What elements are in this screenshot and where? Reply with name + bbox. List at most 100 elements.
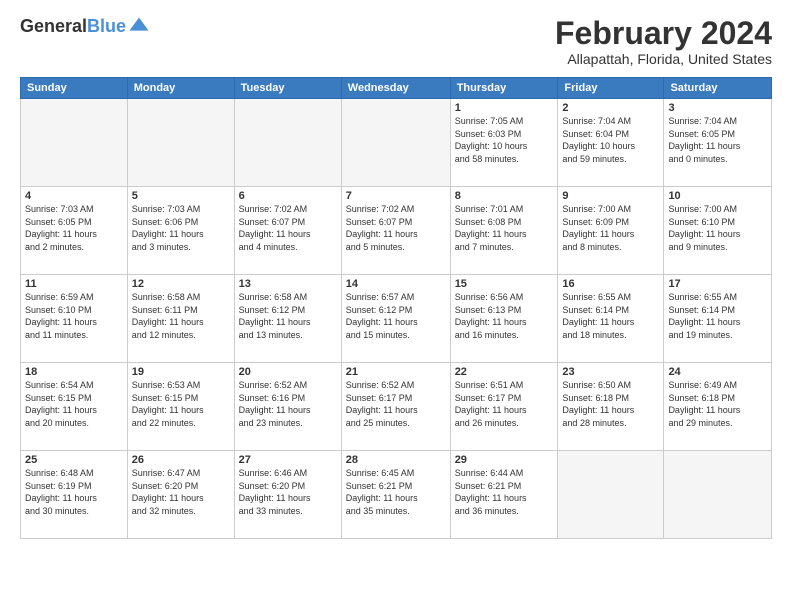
day-cell: 11Sunrise: 6:59 AMSunset: 6:10 PMDayligh… [21, 275, 128, 363]
day-number: 17 [668, 278, 767, 290]
week-row-3: 11Sunrise: 6:59 AMSunset: 6:10 PMDayligh… [21, 275, 772, 363]
week-row-1: 1Sunrise: 7:05 AMSunset: 6:03 PMDaylight… [21, 99, 772, 187]
day-cell: 26Sunrise: 6:47 AMSunset: 6:20 PMDayligh… [127, 451, 234, 539]
day-number: 11 [25, 278, 123, 290]
logo-icon [128, 16, 150, 38]
day-cell: 14Sunrise: 6:57 AMSunset: 6:12 PMDayligh… [341, 275, 450, 363]
weekday-sunday: Sunday [21, 78, 128, 99]
day-info: Sunrise: 7:03 AMSunset: 6:06 PMDaylight:… [132, 203, 230, 253]
day-number: 12 [132, 278, 230, 290]
logo: GeneralBlue [20, 16, 150, 38]
day-cell: 23Sunrise: 6:50 AMSunset: 6:18 PMDayligh… [558, 363, 664, 451]
day-number: 5 [132, 190, 230, 202]
week-row-5: 25Sunrise: 6:48 AMSunset: 6:19 PMDayligh… [21, 451, 772, 539]
day-cell: 15Sunrise: 6:56 AMSunset: 6:13 PMDayligh… [450, 275, 558, 363]
weekday-header-row: SundayMondayTuesdayWednesdayThursdayFrid… [21, 78, 772, 99]
day-cell: 20Sunrise: 6:52 AMSunset: 6:16 PMDayligh… [234, 363, 341, 451]
day-info: Sunrise: 7:02 AMSunset: 6:07 PMDaylight:… [239, 203, 337, 253]
day-cell [21, 99, 128, 187]
day-info: Sunrise: 7:00 AMSunset: 6:09 PMDaylight:… [562, 203, 659, 253]
calendar-subtitle: Allapattah, Florida, United States [555, 51, 772, 67]
calendar-table: SundayMondayTuesdayWednesdayThursdayFrid… [20, 77, 772, 539]
day-info: Sunrise: 6:58 AMSunset: 6:11 PMDaylight:… [132, 291, 230, 341]
day-cell: 3Sunrise: 7:04 AMSunset: 6:05 PMDaylight… [664, 99, 772, 187]
day-number: 13 [239, 278, 337, 290]
day-info: Sunrise: 6:50 AMSunset: 6:18 PMDaylight:… [562, 379, 659, 429]
day-number: 6 [239, 190, 337, 202]
day-info: Sunrise: 6:56 AMSunset: 6:13 PMDaylight:… [455, 291, 554, 341]
day-cell: 10Sunrise: 7:00 AMSunset: 6:10 PMDayligh… [664, 187, 772, 275]
day-info: Sunrise: 6:49 AMSunset: 6:18 PMDaylight:… [668, 379, 767, 429]
day-number: 28 [346, 454, 446, 466]
logo-text: GeneralBlue [20, 17, 126, 37]
day-cell: 22Sunrise: 6:51 AMSunset: 6:17 PMDayligh… [450, 363, 558, 451]
day-number: 24 [668, 366, 767, 378]
day-cell [558, 451, 664, 539]
day-info: Sunrise: 6:47 AMSunset: 6:20 PMDaylight:… [132, 467, 230, 517]
day-number: 2 [562, 102, 659, 114]
weekday-wednesday: Wednesday [341, 78, 450, 99]
header: GeneralBlue February 2024 Allapattah, Fl… [20, 16, 772, 67]
day-number: 21 [346, 366, 446, 378]
day-number: 25 [25, 454, 123, 466]
day-number: 10 [668, 190, 767, 202]
day-info: Sunrise: 7:02 AMSunset: 6:07 PMDaylight:… [346, 203, 446, 253]
day-info: Sunrise: 6:45 AMSunset: 6:21 PMDaylight:… [346, 467, 446, 517]
day-number: 14 [346, 278, 446, 290]
day-info: Sunrise: 6:55 AMSunset: 6:14 PMDaylight:… [668, 291, 767, 341]
day-cell: 24Sunrise: 6:49 AMSunset: 6:18 PMDayligh… [664, 363, 772, 451]
week-row-2: 4Sunrise: 7:03 AMSunset: 6:05 PMDaylight… [21, 187, 772, 275]
day-cell: 4Sunrise: 7:03 AMSunset: 6:05 PMDaylight… [21, 187, 128, 275]
day-info: Sunrise: 6:54 AMSunset: 6:15 PMDaylight:… [25, 379, 123, 429]
weekday-tuesday: Tuesday [234, 78, 341, 99]
day-info: Sunrise: 6:51 AMSunset: 6:17 PMDaylight:… [455, 379, 554, 429]
day-cell: 8Sunrise: 7:01 AMSunset: 6:08 PMDaylight… [450, 187, 558, 275]
day-info: Sunrise: 7:05 AMSunset: 6:03 PMDaylight:… [455, 115, 554, 165]
day-info: Sunrise: 6:48 AMSunset: 6:19 PMDaylight:… [25, 467, 123, 517]
day-cell: 27Sunrise: 6:46 AMSunset: 6:20 PMDayligh… [234, 451, 341, 539]
day-number: 22 [455, 366, 554, 378]
weekday-thursday: Thursday [450, 78, 558, 99]
day-cell: 6Sunrise: 7:02 AMSunset: 6:07 PMDaylight… [234, 187, 341, 275]
day-cell [341, 99, 450, 187]
day-cell: 29Sunrise: 6:44 AMSunset: 6:21 PMDayligh… [450, 451, 558, 539]
day-number: 29 [455, 454, 554, 466]
day-cell: 7Sunrise: 7:02 AMSunset: 6:07 PMDaylight… [341, 187, 450, 275]
day-number: 16 [562, 278, 659, 290]
day-info: Sunrise: 6:44 AMSunset: 6:21 PMDaylight:… [455, 467, 554, 517]
day-number: 9 [562, 190, 659, 202]
day-cell: 2Sunrise: 7:04 AMSunset: 6:04 PMDaylight… [558, 99, 664, 187]
day-cell [664, 451, 772, 539]
day-number: 18 [25, 366, 123, 378]
day-number: 8 [455, 190, 554, 202]
day-cell [234, 99, 341, 187]
day-number: 4 [25, 190, 123, 202]
day-cell: 21Sunrise: 6:52 AMSunset: 6:17 PMDayligh… [341, 363, 450, 451]
weekday-friday: Friday [558, 78, 664, 99]
day-info: Sunrise: 7:04 AMSunset: 6:05 PMDaylight:… [668, 115, 767, 165]
day-number: 23 [562, 366, 659, 378]
week-row-4: 18Sunrise: 6:54 AMSunset: 6:15 PMDayligh… [21, 363, 772, 451]
day-info: Sunrise: 6:55 AMSunset: 6:14 PMDaylight:… [562, 291, 659, 341]
day-number: 7 [346, 190, 446, 202]
day-cell: 25Sunrise: 6:48 AMSunset: 6:19 PMDayligh… [21, 451, 128, 539]
day-info: Sunrise: 6:59 AMSunset: 6:10 PMDaylight:… [25, 291, 123, 341]
weekday-monday: Monday [127, 78, 234, 99]
day-info: Sunrise: 6:53 AMSunset: 6:15 PMDaylight:… [132, 379, 230, 429]
page: GeneralBlue February 2024 Allapattah, Fl… [0, 0, 792, 612]
day-number: 27 [239, 454, 337, 466]
day-number: 20 [239, 366, 337, 378]
day-cell: 17Sunrise: 6:55 AMSunset: 6:14 PMDayligh… [664, 275, 772, 363]
day-info: Sunrise: 6:57 AMSunset: 6:12 PMDaylight:… [346, 291, 446, 341]
day-info: Sunrise: 6:52 AMSunset: 6:17 PMDaylight:… [346, 379, 446, 429]
day-info: Sunrise: 6:58 AMSunset: 6:12 PMDaylight:… [239, 291, 337, 341]
day-number: 15 [455, 278, 554, 290]
day-info: Sunrise: 7:04 AMSunset: 6:04 PMDaylight:… [562, 115, 659, 165]
day-cell: 12Sunrise: 6:58 AMSunset: 6:11 PMDayligh… [127, 275, 234, 363]
day-cell: 16Sunrise: 6:55 AMSunset: 6:14 PMDayligh… [558, 275, 664, 363]
calendar-title: February 2024 [555, 16, 772, 51]
day-cell: 19Sunrise: 6:53 AMSunset: 6:15 PMDayligh… [127, 363, 234, 451]
day-cell: 13Sunrise: 6:58 AMSunset: 6:12 PMDayligh… [234, 275, 341, 363]
day-number: 1 [455, 102, 554, 114]
day-cell: 9Sunrise: 7:00 AMSunset: 6:09 PMDaylight… [558, 187, 664, 275]
